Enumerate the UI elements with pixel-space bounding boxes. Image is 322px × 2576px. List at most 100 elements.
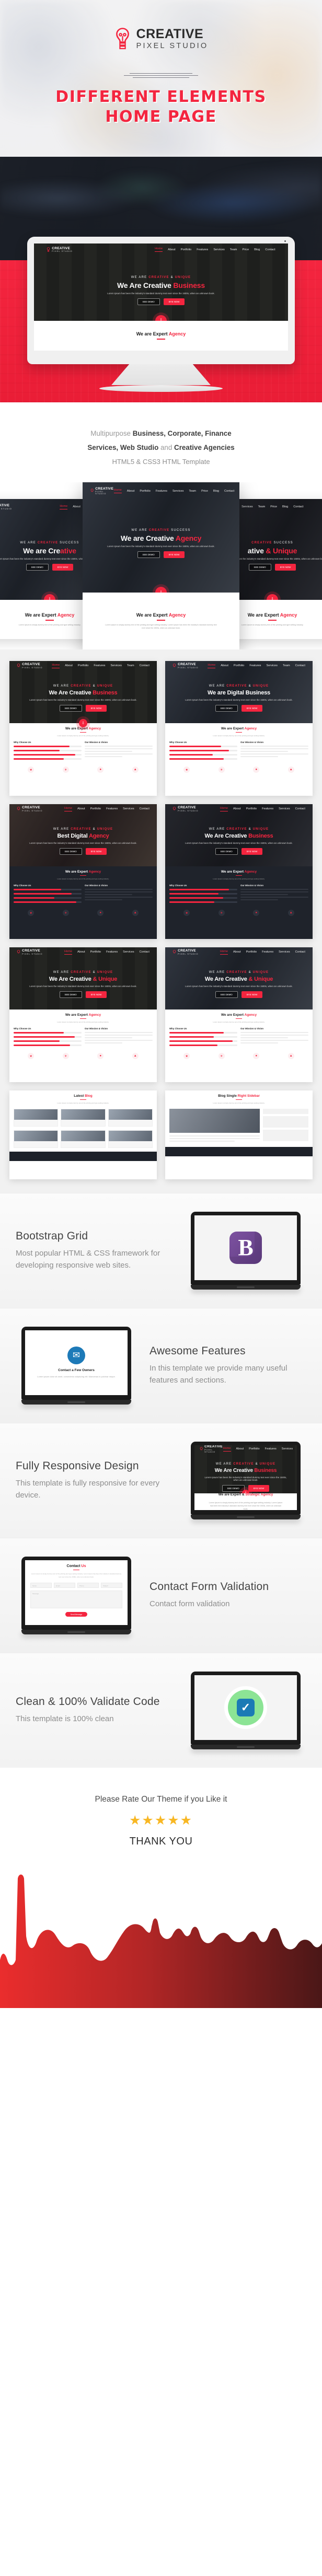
nav-item-home[interactable]: Home [220, 950, 228, 955]
nav-item-contact[interactable]: Contact [140, 950, 150, 954]
blog-card[interactable] [61, 1130, 106, 1148]
buy-now-button[interactable]: BYE NOW [241, 848, 263, 855]
see-demo-button[interactable]: SEE DEMO [59, 991, 82, 999]
nav-item-services[interactable]: Services [172, 490, 183, 493]
buy-now-button[interactable]: BYE NOW [241, 991, 263, 999]
thumbnail-card[interactable]: CREATIVE PIXEL STUDIO Home About Portfoli… [165, 804, 313, 939]
buy-now-button[interactable]: BYE NOW [85, 705, 107, 712]
subject-field[interactable]: Subject [101, 1583, 122, 1588]
nav-item-portfolio[interactable]: Portfolio [234, 664, 245, 667]
name-field[interactable]: Name [30, 1583, 52, 1588]
nav-item-features[interactable]: Features [156, 490, 167, 493]
see-demo-button[interactable]: SEE DEMO [26, 563, 49, 571]
nav-item-home[interactable]: Home [60, 505, 68, 509]
buy-now-button[interactable]: BYE NOW [52, 563, 74, 571]
nav-item-portfolio[interactable]: Portfolio [90, 950, 101, 954]
buy-now-button[interactable]: BYE NOW [85, 991, 107, 999]
blog-card[interactable] [61, 1108, 106, 1127]
nav-item-services[interactable]: Services [123, 950, 134, 954]
nav-item-about[interactable]: About [221, 664, 228, 667]
nav-item-home[interactable]: Home [223, 1447, 231, 1452]
nav-item-team[interactable]: Team [283, 664, 290, 667]
nav-item-team[interactable]: Team [230, 248, 237, 251]
thumbnail-card[interactable]: Blog Single Right Sidebar Lorem Ipsum is… [165, 1090, 313, 1179]
nav-item-price[interactable]: Price [242, 248, 249, 251]
nav-item-price[interactable]: Price [270, 505, 277, 508]
nav-item-contact[interactable]: Contact [140, 664, 150, 667]
nav-item-services[interactable]: Services [279, 950, 290, 954]
see-demo-button[interactable]: SEE DEMO [222, 1484, 245, 1492]
thumbnail-card[interactable]: CREATIVE PIXEL STUDIO Home About Portfoli… [9, 660, 157, 796]
buy-now-button[interactable]: BYE NOW [163, 551, 185, 558]
buy-now-button[interactable]: BYE NOW [85, 848, 107, 855]
nav-item-services[interactable]: Services [123, 807, 134, 810]
nav-item-features[interactable]: Features [265, 1447, 277, 1451]
sidebar-widget[interactable] [263, 1108, 308, 1114]
see-demo-button[interactable]: SEE DEMO [248, 563, 271, 571]
nav-item-contact[interactable]: Contact [295, 664, 305, 667]
nav-item-home[interactable]: Home [208, 664, 216, 668]
nav-item-portfolio[interactable]: Portfolio [246, 950, 257, 954]
sidebar-widget[interactable] [263, 1116, 308, 1128]
nav-item-features[interactable]: Features [106, 807, 118, 810]
message-field[interactable]: Message [30, 1591, 122, 1609]
nav-item-blog[interactable]: Blog [282, 505, 288, 508]
preview-nav-menu[interactable]: Home About Portfolio Features Services T… [155, 247, 275, 252]
nav-item-features[interactable]: Features [197, 248, 208, 251]
trio-card-center[interactable]: CREATIVE PIXEL STUDIO Home About Portfol… [83, 482, 239, 649]
nav-item-portfolio[interactable]: Portfolio [246, 807, 257, 810]
phone-field[interactable]: Phone [77, 1583, 99, 1588]
nav-item-portfolio[interactable]: Portfolio [249, 1447, 260, 1451]
nav-item-features[interactable]: Features [262, 807, 273, 810]
see-demo-button[interactable]: SEE DEMO [137, 551, 160, 558]
nav-item-features[interactable]: Features [262, 950, 273, 954]
nav-item-services[interactable]: Services [242, 505, 252, 508]
nav-item-services[interactable]: Services [213, 248, 224, 251]
thumbnail-card[interactable]: CREATIVE PIXEL STUDIO Home About Portfoli… [165, 660, 313, 796]
blog-card[interactable] [108, 1130, 153, 1148]
nav-item-team[interactable]: Team [127, 664, 134, 667]
nav-item-portfolio[interactable]: Portfolio [78, 664, 89, 667]
nav-item-contact[interactable]: Contact [140, 807, 150, 810]
nav-item-home[interactable]: Home [220, 807, 228, 811]
thumbnail-card[interactable]: CREATIVE PIXEL STUDIO Home About Portfoli… [9, 947, 157, 1082]
nav-item-services[interactable]: Services [282, 1447, 293, 1451]
buy-now-button[interactable]: BYE NOW [248, 1484, 270, 1492]
nav-item-contact[interactable]: Contact [295, 807, 305, 810]
buy-now-button[interactable]: BYE NOW [241, 705, 263, 712]
nav-item-home[interactable]: Home [113, 489, 122, 494]
nav-item-about[interactable]: About [73, 505, 80, 508]
nav-item-home[interactable]: Home [64, 950, 72, 955]
see-demo-button[interactable]: SEE DEMO [137, 298, 160, 305]
arrow-down-icon[interactable]: ⇩ [79, 718, 87, 727]
nav-item-home[interactable]: Home [64, 807, 72, 811]
send-message-button[interactable]: Send Message [65, 1612, 87, 1617]
nav-item-portfolio[interactable]: Portfolio [181, 248, 192, 251]
nav-item-about[interactable]: About [65, 664, 73, 667]
nav-item-contact[interactable]: Contact [295, 950, 305, 954]
nav-item-about[interactable]: About [127, 490, 135, 493]
thumbnail-card[interactable]: CREATIVE PIXEL STUDIO Home About Portfoli… [9, 804, 157, 939]
thumbnail-card[interactable]: CREATIVE PIXEL STUDIO Home About Portfoli… [165, 947, 313, 1082]
star-rating[interactable]: ★★★★★ [0, 1813, 322, 1828]
nav-item-features[interactable]: Features [94, 664, 105, 667]
nav-item-features[interactable]: Features [249, 664, 261, 667]
nav-item-blog[interactable]: Blog [213, 490, 219, 493]
buy-now-button[interactable]: BYE NOW [163, 298, 185, 305]
nav-item-services[interactable]: Services [266, 664, 277, 667]
sidebar-widget[interactable] [263, 1129, 308, 1141]
blog-card[interactable] [14, 1108, 59, 1127]
nav-item-features[interactable]: Features [106, 950, 118, 954]
nav-item-contact[interactable]: Contact [265, 248, 275, 251]
nav-item-services[interactable]: Services [110, 664, 121, 667]
nav-item-portfolio[interactable]: Portfolio [90, 807, 101, 810]
email-field[interactable]: Email [54, 1583, 75, 1588]
nav-item-team[interactable]: Team [258, 505, 266, 508]
buy-now-button[interactable]: BYE NOW [274, 563, 296, 571]
see-demo-button[interactable]: SEE DEMO [215, 991, 238, 999]
nav-item-about[interactable]: About [233, 950, 241, 954]
blog-card[interactable] [108, 1108, 153, 1127]
see-demo-button[interactable]: SEE DEMO [59, 848, 82, 855]
nav-item-about[interactable]: About [236, 1447, 244, 1451]
blog-card[interactable] [14, 1130, 59, 1148]
